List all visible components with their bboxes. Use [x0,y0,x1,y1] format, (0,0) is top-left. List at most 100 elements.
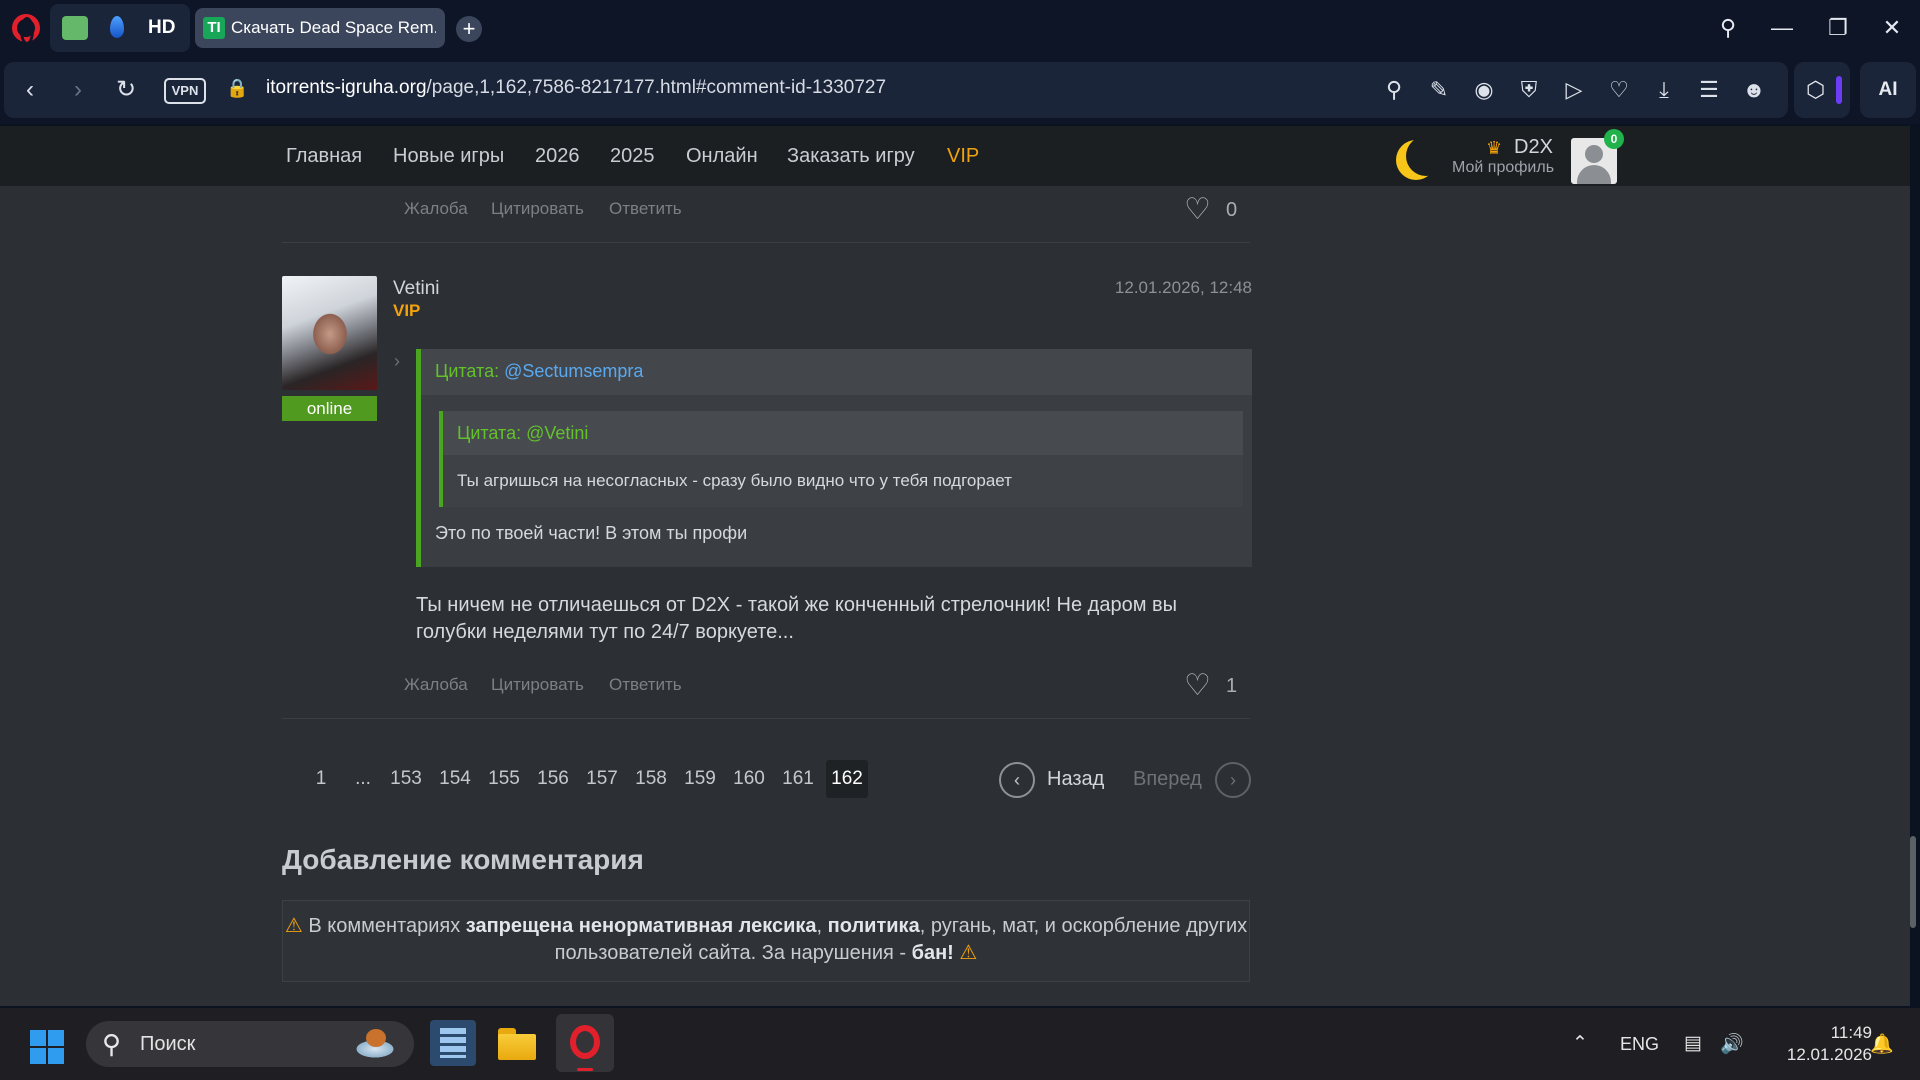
profile-link[interactable]: Мой профиль [1452,159,1554,177]
minimize-icon[interactable]: — [1766,12,1798,44]
zoom-icon[interactable]: ⚲ [1379,76,1409,104]
url-path: /page,1,162,7586-8217177.html#comment-id… [426,77,887,98]
page-link[interactable]: 158 [631,760,671,798]
ai-button[interactable]: AI [1860,62,1916,118]
close-icon[interactable]: ✕ [1876,12,1908,44]
vpn-badge[interactable]: VPN [164,78,206,104]
download-icon[interactable]: ⤓ [1649,76,1679,104]
active-tab[interactable]: TI Скачать Dead Space Rem... [195,8,445,48]
new-tab-button[interactable]: + [456,16,482,42]
site-favicon-icon: TI [203,17,225,39]
restore-icon[interactable]: ❐ [1822,12,1854,44]
account-icon[interactable]: ☻ [1739,76,1769,104]
page-link[interactable]: 161 [778,760,818,798]
tab-group[interactable]: HD [50,4,190,52]
page-link[interactable]: 1 [301,760,341,798]
extensions-button[interactable]: ⬡ [1794,62,1850,118]
address-bar-row: ‹ › ↻ VPN 🔒 itorrents-igruha.org/page,1,… [0,56,1920,124]
notifications-icon[interactable]: 🔔 [1870,1032,1894,1056]
comment-divider [282,242,1250,243]
hd-tab-icon[interactable]: HD [148,16,178,40]
page-link[interactable]: 157 [582,760,622,798]
nav-2025[interactable]: 2025 [610,145,655,168]
chevron-right-icon[interactable]: › [1215,762,1251,798]
taskbar: ⚲ Поиск ⌃ ENG ▤ 🔊 11:49 12.01.2026 🔔 [0,1008,1920,1080]
volume-icon[interactable]: 🔊 [1720,1032,1744,1056]
comment-avatar[interactable] [282,276,377,390]
reply-link[interactable]: Ответить [609,675,682,695]
quote-mention[interactable]: @Sectumsempra [504,361,643,381]
clock-time: 11:49 [1830,1023,1872,1042]
nested-quote-mention[interactable]: @Vetini [526,423,588,443]
opera-icon[interactable] [12,14,40,45]
notification-badge[interactable]: 0 [1604,129,1624,149]
nav-vip[interactable]: VIP [947,145,979,168]
camera-icon[interactable]: ◉ [1469,76,1499,104]
reload-icon[interactable]: ↻ [110,74,142,106]
network-icon[interactable]: ▤ [1684,1032,1702,1055]
quote-link[interactable]: Цитировать [491,675,584,695]
comment-rules-notice: ⚠ В комментариях запрещена ненормативная… [282,900,1250,982]
share-icon[interactable]: ✎ [1424,76,1454,104]
like-count: 0 [1226,199,1238,221]
opera-taskbar-icon[interactable] [556,1014,614,1072]
bookmark-heart-icon[interactable]: ♡ [1604,76,1634,104]
nav-2026[interactable]: 2026 [535,145,580,168]
page-link[interactable]: 154 [435,760,475,798]
address-bar: ‹ › ↻ VPN 🔒 itorrents-igruha.org/page,1,… [4,62,1788,118]
crown-icon: ♛ [1486,138,1503,158]
report-link[interactable]: Жалоба [404,199,468,219]
nested-quote-block: Цитата: @Vetini Ты агришься на несогласн… [439,411,1243,507]
page-link[interactable]: 155 [484,760,524,798]
language-indicator[interactable]: ENG [1620,1034,1659,1055]
moon-icon[interactable] [1406,136,1446,176]
comment-author[interactable]: Vetini [393,278,439,300]
drop-tab-icon[interactable] [110,16,124,38]
lock-icon[interactable]: 🔒 [226,78,248,99]
nav-online[interactable]: Онлайн [686,145,758,168]
scrollbar-thumb[interactable] [1910,836,1916,928]
page-ellipsis: ... [355,768,371,789]
page-link[interactable]: 159 [680,760,720,798]
prev-page-link[interactable]: Назад [1047,768,1104,791]
easy-setup-icon[interactable]: ☰ [1694,76,1724,104]
arrow-right-icon[interactable]: › [62,74,94,106]
calculator-app-icon[interactable] [430,1020,476,1066]
quote-block: Цитата: @Sectumsempra Цитата: @Vetini Ты… [416,349,1252,567]
chevron-left-icon[interactable]: ‹ [999,762,1035,798]
windows-icon[interactable] [30,1030,64,1064]
clock[interactable]: 11:49 12.01.2026 [1752,1022,1872,1066]
quote-header-text: Цитата: @Sectumsempra [435,361,644,381]
play-icon[interactable]: ▷ [1559,76,1589,104]
nav-order-game[interactable]: Заказать игру [787,145,915,168]
page-link-current[interactable]: 162 [826,760,868,798]
chevron-up-icon[interactable]: ⌃ [1572,1032,1588,1055]
taskbar-search[interactable]: ⚲ Поиск [86,1021,414,1067]
quote-header: Цитата: @Sectumsempra [421,349,1252,395]
browser-search-icon[interactable]: ⚲ [1712,12,1744,44]
page-link[interactable]: 153 [386,760,426,798]
search-highlight-image [342,1027,408,1061]
like-count: 1 [1226,675,1238,697]
page-link[interactable]: 156 [533,760,573,798]
quote-link[interactable]: Цитировать [491,199,584,219]
heart-icon[interactable]: ♡ [1184,195,1211,225]
clock-date: 12.01.2026 [1786,1045,1872,1064]
arrow-left-icon[interactable]: ‹ [14,74,46,106]
shield-icon[interactable]: ⛨ [1514,76,1544,104]
url-field[interactable]: itorrents-igruha.org/page,1,162,7586-821… [266,77,886,99]
nav-home[interactable]: Главная [286,145,362,168]
tab-title: Скачать Dead Space Rem... [231,18,436,37]
comment-text: Ты ничем не отличаешься от D2X - такой ж… [416,594,1178,643]
search-input[interactable]: Поиск [140,1033,195,1056]
next-page-link[interactable]: Вперед [1133,768,1202,791]
nav-new-games[interactable]: Новые игры [393,145,504,168]
gift-tab-icon[interactable] [62,16,88,40]
report-link[interactable]: Жалоба [404,675,468,695]
reply-link[interactable]: Ответить [609,199,682,219]
page-link[interactable]: 160 [729,760,769,798]
browser-tab-bar: HD TI Скачать Dead Space Rem... + ⚲ — ❐ … [0,0,1920,56]
file-explorer-icon[interactable] [494,1020,540,1066]
heart-icon[interactable]: ♡ [1184,671,1211,701]
user-name[interactable]: D2X [1514,136,1553,159]
